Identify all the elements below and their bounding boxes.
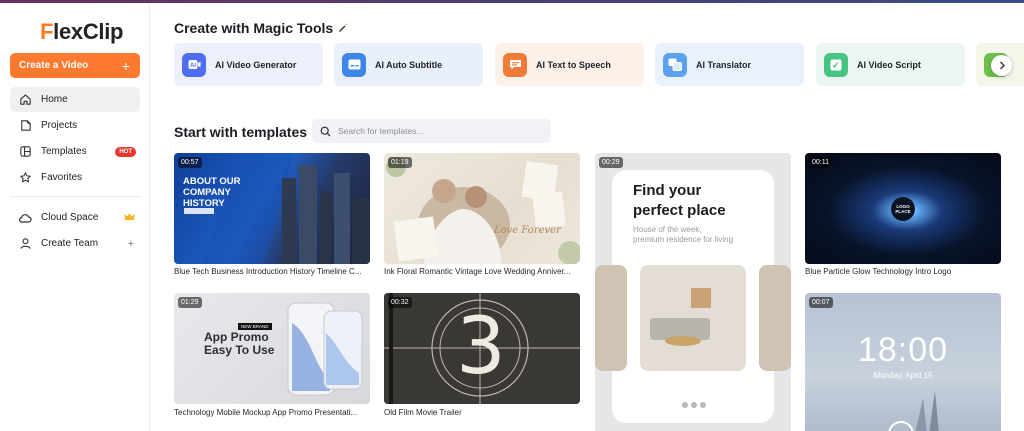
tool-ai-translator[interactable]: AI Translator: [655, 43, 804, 86]
cloud-icon: [18, 211, 32, 225]
new-brand-tag: NEW BRAND: [238, 323, 272, 330]
template-search-input[interactable]: Search for templates...: [312, 119, 551, 143]
magic-tools-title: Create with Magic Tools: [174, 20, 334, 36]
ai-video-generator-icon: AI: [182, 52, 206, 77]
translate-icon: [663, 52, 687, 77]
duration-badge: 00:29: [599, 157, 623, 168]
template-card[interactable]: LOGO PLACE 00:11: [805, 153, 1001, 264]
logo-text: lexClip: [53, 19, 124, 44]
magic-tools-heading: Create with Magic Tools: [174, 20, 349, 36]
thumbnail-image: [595, 265, 791, 408]
thumbnail-image: [386, 157, 580, 264]
create-video-button[interactable]: Create a Video +: [10, 53, 140, 78]
logo-letter-f: F: [40, 19, 54, 44]
magic-wand-icon: [338, 20, 349, 36]
tool-label: AI Auto Subtitle: [375, 59, 443, 70]
duration-badge: 01:19: [388, 157, 412, 168]
tool-ai-text-to-speech[interactable]: AI Text to Speech: [495, 43, 644, 86]
template-card[interactable]: 18:00 Monday, April 15 00:07: [805, 293, 1001, 431]
hot-badge: HOT: [115, 146, 136, 157]
template-card[interactable]: Love Forever 01:19: [384, 153, 580, 264]
flexclip-logo[interactable]: FlexClip: [40, 19, 123, 45]
sidebar-item-home[interactable]: Home: [10, 87, 140, 112]
template-caption[interactable]: Blue Particle Glow Technology Intro Logo: [805, 267, 1001, 276]
card-overlay-text: App Promo Easy To Use: [204, 330, 275, 357]
sidebar-item-label: Cloud Space: [41, 212, 99, 223]
sidebar-item-label: Home: [41, 94, 68, 105]
sidebar-item-label: Favorites: [41, 172, 83, 183]
template-card[interactable]: 3 00:32: [384, 293, 580, 404]
main-content: Create with Magic Tools AI AI Video Gene…: [150, 3, 1024, 431]
plus-icon: +: [121, 57, 130, 74]
create-video-label: Create a Video: [19, 60, 89, 71]
user-icon: [18, 237, 32, 251]
logo-placeholder: LOGO PLACE: [891, 197, 915, 221]
template-caption[interactable]: Ink Floral Romantic Vintage Love Wedding…: [384, 267, 580, 276]
subtitle-icon: [342, 52, 366, 77]
script-icon: [824, 52, 848, 77]
template-caption[interactable]: Blue Tech Business Introduction History …: [174, 267, 370, 276]
sidebar-item-cloud-space[interactable]: Cloud Space: [10, 205, 140, 230]
home-icon: [18, 93, 32, 107]
template-card[interactable]: Find your perfect place House of the wee…: [595, 153, 791, 431]
sidebar-item-projects[interactable]: Projects: [10, 113, 140, 138]
tool-label: AI Text to Speech: [536, 59, 611, 70]
card-overlay-text: ABOUT OUR COMPANY HISTORY: [183, 176, 241, 209]
duration-badge: 00:07: [809, 297, 833, 308]
tool-ai-video-script[interactable]: AI Video Script: [816, 43, 965, 86]
thumbnail-image: [888, 391, 939, 431]
star-icon: [18, 171, 32, 185]
sidebar-divider: [10, 196, 140, 197]
search-icon: [320, 126, 331, 137]
sidebar-item-label: Templates: [41, 146, 87, 157]
duration-badge: 00:57: [178, 157, 202, 168]
tool-ai-auto-subtitle[interactable]: AI Auto Subtitle: [334, 43, 483, 86]
projects-icon: [18, 119, 32, 133]
sidebar-item-favorites[interactable]: Favorites: [10, 165, 140, 190]
speech-bubble-icon: [503, 52, 527, 77]
sidebar-item-create-team[interactable]: Create Team +: [10, 231, 140, 256]
duration-badge: 01:29: [178, 297, 202, 308]
crown-icon: [124, 212, 135, 224]
duration-badge: 00:32: [388, 297, 412, 308]
templates-icon: [18, 145, 32, 159]
sidebar-item-label: Create Team: [41, 238, 99, 249]
template-card[interactable]: ABOUT OUR COMPANY HISTORY 00:57: [174, 153, 370, 264]
search-placeholder: Search for templates...: [338, 126, 424, 136]
duration-badge: 00:11: [809, 157, 832, 168]
card-overlay-text: Love Forever: [494, 225, 561, 236]
tool-label: AI Video Generator: [215, 59, 297, 70]
template-caption[interactable]: Technology Mobile Mockup App Promo Prese…: [174, 408, 370, 417]
tool-ai-video-generator[interactable]: AI AI Video Generator: [174, 43, 323, 86]
svg-text:AI: AI: [190, 63, 196, 69]
countdown-number: 3: [456, 302, 506, 392]
template-caption[interactable]: Old Film Movie Trailer: [384, 408, 580, 417]
tool-label: AI Video Script: [857, 59, 921, 70]
templates-heading: Start with templates: [174, 124, 308, 140]
chevron-right-icon: [998, 57, 1006, 75]
sidebar-item-label: Projects: [41, 120, 78, 131]
sidebar: FlexClip Create a Video + Home Projects …: [0, 3, 150, 431]
tools-next-button[interactable]: [991, 55, 1012, 76]
sidebar-item-templates[interactable]: Templates HOT: [10, 139, 140, 164]
template-card[interactable]: NEW BRAND App Promo Easy To Use 01:29: [174, 293, 370, 404]
add-team-plus-icon[interactable]: +: [128, 238, 134, 250]
tool-label: AI Translator: [696, 59, 752, 70]
